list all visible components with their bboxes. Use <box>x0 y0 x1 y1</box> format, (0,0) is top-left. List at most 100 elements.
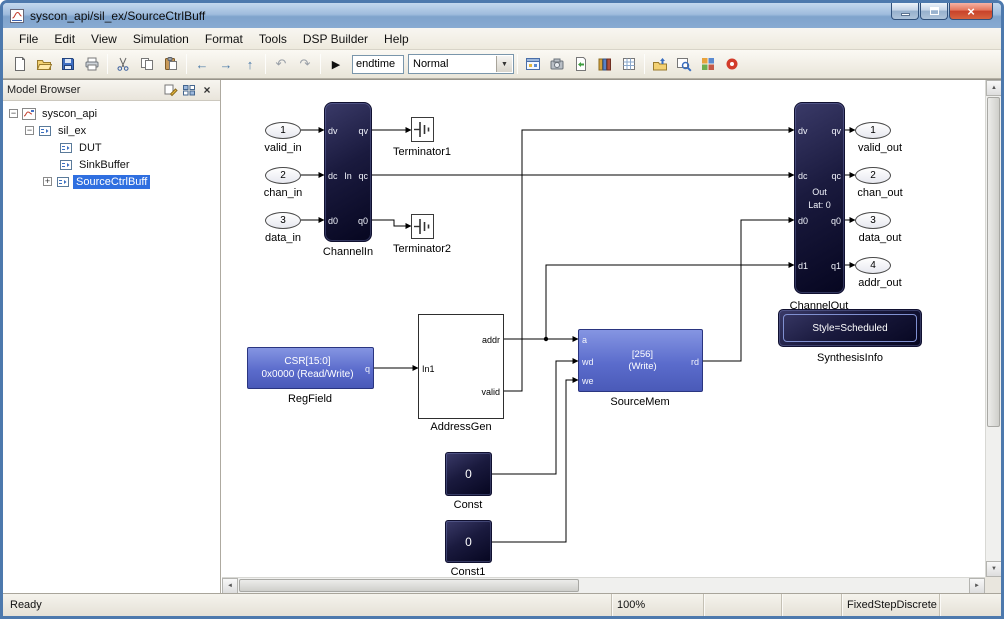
debug-button[interactable] <box>720 53 744 75</box>
model-explorer-button[interactable] <box>521 53 545 75</box>
menu-simulation[interactable]: Simulation <box>125 29 197 49</box>
copy-button[interactable] <box>135 53 159 75</box>
parent-folder-icon <box>652 56 668 72</box>
block-label: Const1 <box>451 566 486 577</box>
signal-wire[interactable] <box>372 220 411 226</box>
inport-1[interactable]: 1 <box>265 122 301 139</box>
outport-1[interactable]: 1 <box>855 122 891 139</box>
new-model-button[interactable] <box>8 53 32 75</box>
redo-button[interactable]: ↷ <box>293 53 317 75</box>
tree-item-sinkbuffer[interactable]: SinkBuffer <box>3 156 220 173</box>
block-label: Const <box>454 499 483 511</box>
block-terminator1[interactable] <box>411 117 434 142</box>
block-label: SourceMem <box>610 396 669 408</box>
vertical-scrollbar[interactable]: ▲ ▼ <box>985 80 1001 577</box>
terminator-icon <box>412 215 433 238</box>
signal-wire[interactable] <box>492 361 578 474</box>
update-diagram-button[interactable] <box>569 53 593 75</box>
cut-button[interactable] <box>111 53 135 75</box>
stop-time-input[interactable] <box>352 55 404 74</box>
signal-wire[interactable] <box>492 380 578 542</box>
build-target-button[interactable] <box>617 53 641 75</box>
status-segment <box>939 594 1001 616</box>
forward-button[interactable]: → <box>214 53 238 75</box>
block-synthesisinfo[interactable]: Style=Scheduled <box>778 309 922 347</box>
diagram-canvas[interactable]: 1 valid_in 2 chan_in 3 data_in dv qv dc … <box>222 80 985 577</box>
find-in-model-button[interactable] <box>672 53 696 75</box>
collapse-icon[interactable]: − <box>9 109 18 118</box>
block-terminator2[interactable] <box>411 214 434 239</box>
undo-button[interactable]: ↶ <box>269 53 293 75</box>
close-icon: × <box>203 83 210 97</box>
start-simulation-button[interactable]: ▶ <box>324 53 348 75</box>
regfield-line2: 0x0000 (Read/Write) <box>252 368 363 381</box>
tree-item-label: SourceCtrlBuff <box>73 175 150 189</box>
model-browser-close-button[interactable]: × <box>198 82 216 99</box>
menu-file[interactable]: File <box>11 29 46 49</box>
menu-dsp-builder[interactable]: DSP Builder <box>295 29 376 49</box>
title-bar[interactable]: syscon_api/sil_ex/SourceCtrlBuff × <box>3 3 1001 28</box>
tree-item-sourcectrlbuff[interactable]: + SourceCtrlBuff <box>3 173 220 190</box>
wire-branch-dot <box>544 337 548 341</box>
block-addressgen[interactable]: In1 addr valid <box>418 314 504 419</box>
inport-2[interactable]: 2 <box>265 167 301 184</box>
save-model-button[interactable] <box>56 53 80 75</box>
library-button[interactable] <box>593 53 617 75</box>
vertical-scroll-thumb[interactable] <box>987 97 1000 427</box>
close-button[interactable]: × <box>949 3 993 20</box>
block-sourcemem[interactable]: a wd we rd [256] (Write) <box>578 329 703 392</box>
outport-2[interactable]: 2 <box>855 167 891 184</box>
menu-tools[interactable]: Tools <box>251 29 295 49</box>
tree-item-syscon-api[interactable]: − syscon_api <box>3 105 220 122</box>
block-label: valid_in <box>264 142 301 154</box>
back-button[interactable]: ← <box>190 53 214 75</box>
outport-number: 3 <box>870 215 876 226</box>
cut-scissors-icon <box>115 56 131 72</box>
scroll-right-button[interactable]: ► <box>969 578 985 594</box>
outport-3[interactable]: 3 <box>855 212 891 229</box>
subsystem-icon <box>59 159 73 171</box>
collapse-icon[interactable]: − <box>25 126 34 135</box>
maximize-button[interactable] <box>920 3 948 20</box>
signal-wire[interactable] <box>546 265 794 339</box>
print-button[interactable] <box>80 53 104 75</box>
horizontal-scroll-thumb[interactable] <box>239 579 579 592</box>
scroll-down-icon: ▼ <box>991 566 997 572</box>
library-browser-button[interactable] <box>696 53 720 75</box>
horizontal-scrollbar[interactable]: ◄ ► <box>222 577 985 593</box>
expand-icon[interactable]: + <box>43 177 52 186</box>
menu-edit[interactable]: Edit <box>46 29 83 49</box>
tree-item-label: syscon_api <box>39 107 100 121</box>
snapshot-button[interactable] <box>545 53 569 75</box>
block-label: data_in <box>265 232 301 244</box>
scroll-down-button[interactable]: ▼ <box>986 561 1002 577</box>
tree-item-sil-ex[interactable]: − sil_ex <box>3 122 220 139</box>
browser-block-view-button[interactable] <box>180 82 198 99</box>
block-label: chan_out <box>857 187 902 199</box>
block-const[interactable]: 0 <box>445 452 492 496</box>
scroll-left-button[interactable]: ◄ <box>222 578 238 594</box>
outport-number: 2 <box>870 170 876 181</box>
menu-view[interactable]: View <box>83 29 125 49</box>
up-to-parent-button[interactable]: ↑ <box>238 53 262 75</box>
debug-target-icon <box>724 56 740 72</box>
inport-3[interactable]: 3 <box>265 212 301 229</box>
save-floppy-icon <box>60 56 76 72</box>
tree-item-dut[interactable]: DUT <box>3 139 220 156</box>
browser-edit-view-button[interactable] <box>162 82 180 99</box>
outport-4[interactable]: 4 <box>855 257 891 274</box>
paste-button[interactable] <box>159 53 183 75</box>
status-segment <box>781 594 841 616</box>
block-regfield[interactable]: CSR[15:0] 0x0000 (Read/Write) q <box>247 347 374 389</box>
menu-help[interactable]: Help <box>376 29 417 49</box>
menu-format[interactable]: Format <box>197 29 251 49</box>
simulation-mode-dropdown[interactable]: Normal ▼ <box>408 54 514 74</box>
block-channelin[interactable]: dv qv dc In qc d0 q0 <box>324 102 372 242</box>
parent-system-button[interactable] <box>648 53 672 75</box>
minimize-button[interactable] <box>891 3 919 20</box>
block-channelout[interactable]: dv qv dc qc Out Lat: 0 d0 q0 d1 q1 <box>794 102 845 294</box>
open-model-button[interactable] <box>32 53 56 75</box>
scroll-up-button[interactable]: ▲ <box>986 80 1002 96</box>
block-const1[interactable]: 0 <box>445 520 492 563</box>
status-text: Ready <box>3 594 611 616</box>
